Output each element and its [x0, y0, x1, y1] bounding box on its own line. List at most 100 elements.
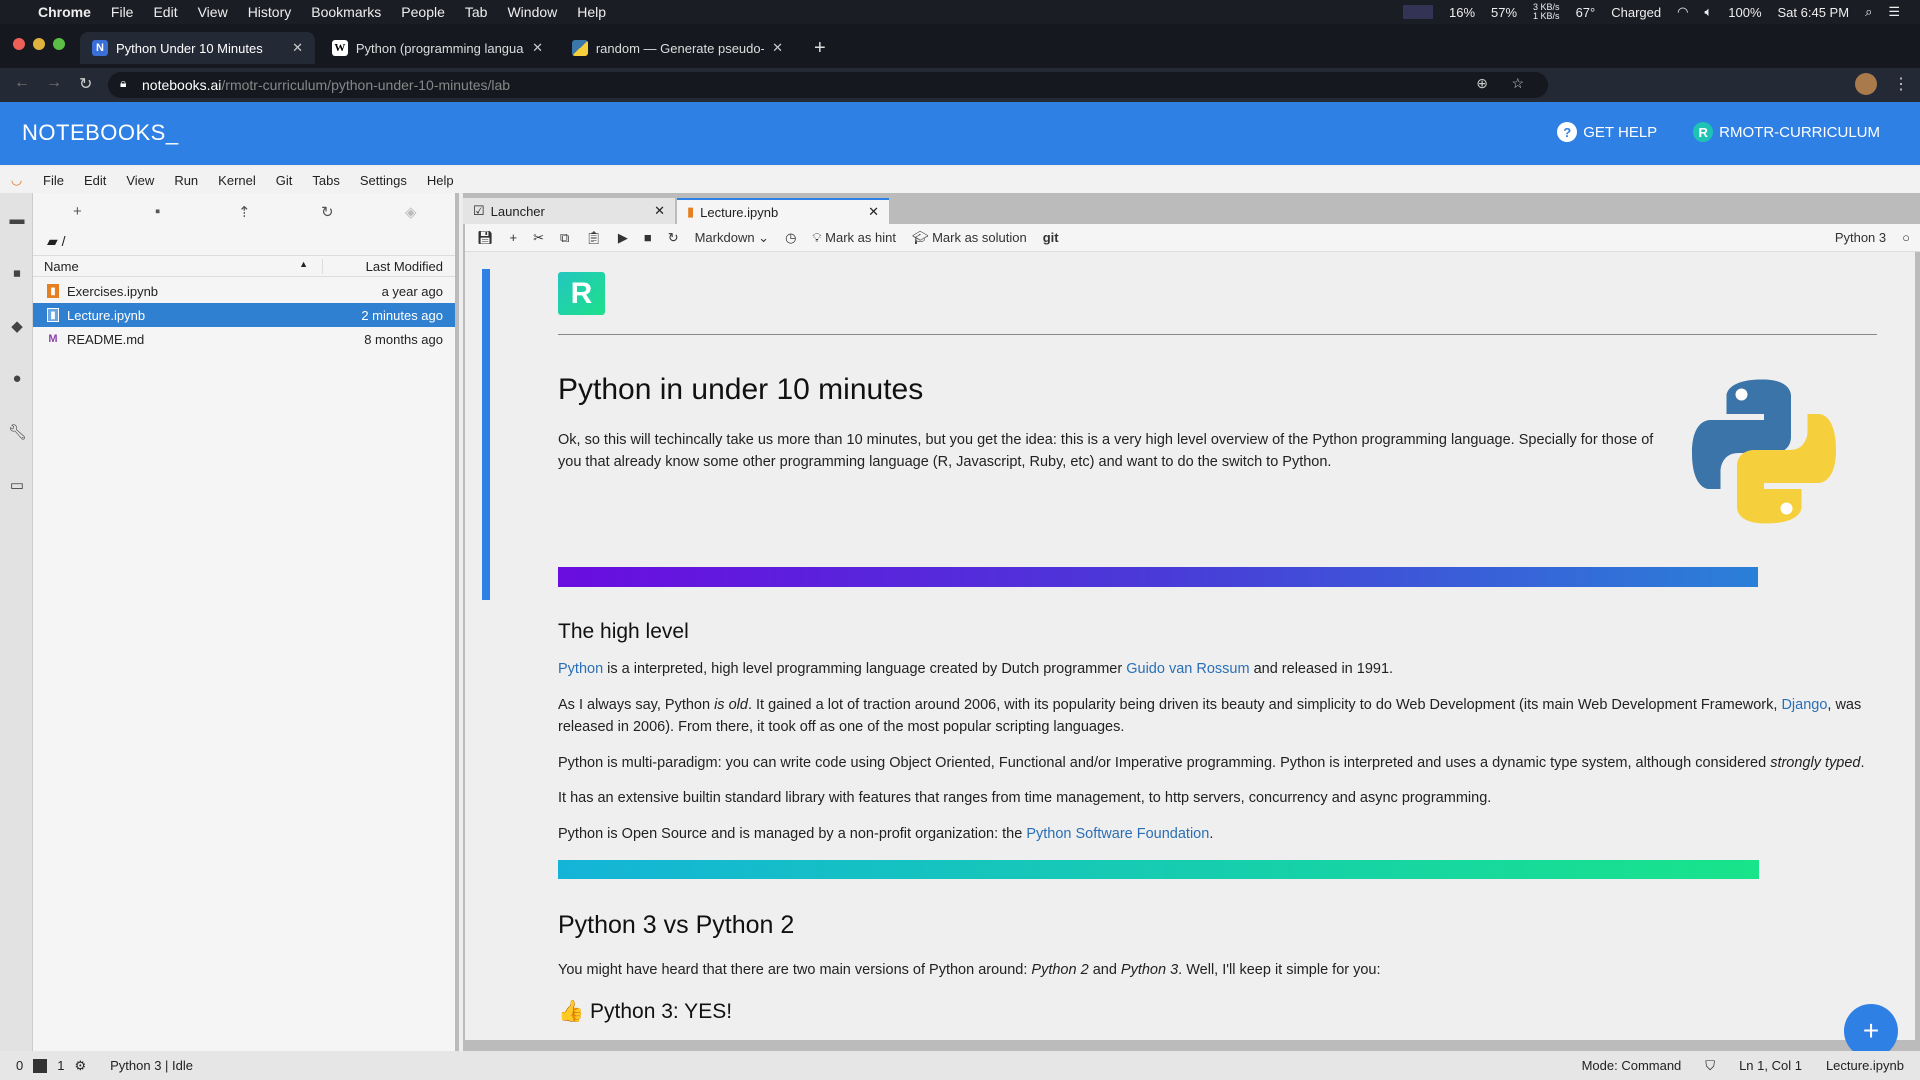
- stop-icon[interactable]: ■: [644, 230, 652, 245]
- save-icon[interactable]: 💾︎: [477, 230, 494, 246]
- browser-tab-notebooks[interactable]: N Python Under 10 Minutes ✕: [80, 32, 315, 64]
- running-icon[interactable]: ⏹: [8, 265, 26, 283]
- menu-file[interactable]: File: [33, 173, 74, 188]
- emphasis: is old: [714, 697, 748, 713]
- add-cell-fab-button[interactable]: +: [1844, 1004, 1898, 1058]
- new-folder-button[interactable]: ▪: [155, 203, 160, 220]
- menu-help[interactable]: Help: [577, 4, 606, 20]
- bookmark-star-icon[interactable]: ☆: [1511, 75, 1524, 92]
- menu-tabs[interactable]: Tabs: [302, 173, 349, 188]
- spotlight-icon[interactable]: ⌕: [1865, 4, 1872, 20]
- notification-icon[interactable]: ☰: [1888, 4, 1900, 20]
- close-tab-icon[interactable]: ✕: [654, 203, 665, 219]
- browser-tab-python-docs[interactable]: py random — Generate pseudo-ran ✕: [560, 32, 795, 64]
- copy-icon[interactable]: ⧉: [560, 230, 569, 246]
- tab-lecture[interactable]: ▮ Lecture.ipynb ✕: [677, 198, 889, 224]
- browser-tab-wikipedia[interactable]: W Python (programming language) ✕: [320, 32, 555, 64]
- git-icon[interactable]: ◆: [8, 317, 26, 335]
- clock-icon[interactable]: ◷: [785, 230, 796, 246]
- mark-hint-button[interactable]: 💡︎ Mark as hint: [812, 230, 896, 246]
- back-icon[interactable]: ←: [14, 74, 30, 92]
- menu-help[interactable]: Help: [417, 173, 464, 188]
- volume-icon[interactable]: 🔈︎: [1704, 4, 1712, 20]
- menu-edit[interactable]: Edit: [153, 4, 177, 20]
- status-count-kernels[interactable]: 1: [57, 1058, 64, 1073]
- column-name[interactable]: Name ▲: [33, 258, 323, 274]
- file-name: Lecture.ipynb: [67, 307, 146, 323]
- status-count-terminals[interactable]: 0: [16, 1058, 23, 1073]
- python-link[interactable]: Python: [558, 661, 603, 677]
- menu-people[interactable]: People: [401, 4, 445, 20]
- column-modified[interactable]: Last Modified: [366, 259, 443, 274]
- menu-app[interactable]: Chrome: [38, 4, 91, 20]
- cell-type-select[interactable]: Markdown ⌄: [695, 230, 769, 246]
- notebooks-logo[interactable]: NOTEBOOKS_: [22, 120, 179, 146]
- django-link[interactable]: Django: [1781, 697, 1827, 713]
- new-tab-button[interactable]: +: [802, 32, 838, 64]
- new-launcher-button[interactable]: +: [73, 203, 82, 220]
- close-tab-icon[interactable]: ✕: [868, 204, 879, 220]
- url-input[interactable]: 🔒︎ notebooks.ai/rmotr-curriculum/python-…: [108, 72, 1548, 98]
- upload-button[interactable]: ⇡: [238, 203, 251, 221]
- maximize-window-button[interactable]: [53, 38, 65, 50]
- kernel-status[interactable]: Python 3 | Idle: [110, 1058, 193, 1073]
- mark-solution-button[interactable]: 🎓︎ Mark as solution: [912, 230, 1027, 246]
- menu-settings[interactable]: Settings: [350, 173, 417, 188]
- minimize-window-button[interactable]: [33, 38, 45, 50]
- guido-link[interactable]: Guido van Rossum: [1126, 661, 1249, 677]
- kernel-name[interactable]: Python 3: [1835, 230, 1886, 245]
- menu-git[interactable]: Git: [266, 173, 303, 188]
- menu-run[interactable]: Run: [164, 173, 208, 188]
- temperature: 67°: [1575, 4, 1596, 20]
- clock[interactable]: Sat 6:45 PM: [1778, 5, 1850, 20]
- menu-edit[interactable]: Edit: [74, 173, 116, 188]
- tab-launcher[interactable]: ☑ Launcher ✕: [463, 198, 675, 224]
- close-tab-icon[interactable]: ✕: [772, 40, 783, 56]
- wifi-icon[interactable]: ◠: [1677, 4, 1688, 20]
- refresh-button[interactable]: ↻: [321, 203, 334, 221]
- close-window-button[interactable]: [13, 38, 25, 50]
- chrome-menu-icon[interactable]: ⋮: [1893, 74, 1909, 94]
- get-help-button[interactable]: ? GET HELP: [1557, 122, 1657, 142]
- menu-window[interactable]: Window: [507, 4, 557, 20]
- menu-history[interactable]: History: [248, 4, 292, 20]
- forward-icon[interactable]: →: [46, 74, 62, 92]
- git-clone-button[interactable]: ◈: [405, 203, 417, 221]
- close-tab-icon[interactable]: ✕: [292, 40, 303, 56]
- menu-view[interactable]: View: [116, 173, 164, 188]
- folder-icon[interactable]: ▬: [8, 211, 26, 229]
- divider: [558, 334, 1877, 335]
- cursor-position[interactable]: Ln 1, Col 1: [1739, 1058, 1802, 1073]
- shield-icon[interactable]: ⛉: [1705, 1058, 1715, 1074]
- file-row[interactable]: ▮ Exercises.ipynb a year ago: [33, 279, 455, 303]
- battery-state[interactable]: Charged: [1611, 5, 1661, 20]
- run-icon[interactable]: ▶: [618, 230, 628, 246]
- menu-view[interactable]: View: [198, 4, 228, 20]
- file-row[interactable]: M README.md 8 months ago: [33, 327, 455, 351]
- cut-icon[interactable]: ✂: [533, 230, 544, 246]
- palette-icon[interactable]: ●: [8, 370, 26, 388]
- menu-file[interactable]: File: [111, 4, 134, 20]
- profile-avatar[interactable]: [1855, 73, 1877, 95]
- file-row[interactable]: ▮ Lecture.ipynb 2 minutes ago: [33, 303, 455, 327]
- reload-icon[interactable]: ↻: [79, 74, 92, 94]
- menu-tab[interactable]: Tab: [465, 4, 488, 20]
- cell-type-value: Markdown: [694, 229, 755, 245]
- psf-link[interactable]: Python Software Foundation: [1026, 826, 1209, 842]
- breadcrumb[interactable]: ▰ /: [47, 233, 66, 250]
- insert-cell-icon[interactable]: +: [510, 230, 518, 245]
- cell-collapser[interactable]: [482, 269, 490, 600]
- close-tab-icon[interactable]: ✕: [532, 40, 543, 56]
- emphasis: strongly typed: [1770, 755, 1861, 771]
- wrench-icon[interactable]: 🔧︎: [8, 423, 27, 441]
- git-button[interactable]: git: [1043, 230, 1059, 245]
- paste-icon[interactable]: 📋︎: [585, 230, 602, 246]
- tabs-icon[interactable]: ▭: [8, 476, 26, 494]
- menu-bookmarks[interactable]: Bookmarks: [311, 4, 381, 20]
- battery-percent[interactable]: 100%: [1728, 5, 1761, 20]
- zoom-icon[interactable]: ⊕: [1476, 75, 1488, 92]
- restart-icon[interactable]: ↻: [668, 230, 679, 246]
- breadcrumb-root[interactable]: /: [62, 233, 66, 249]
- menu-kernel[interactable]: Kernel: [208, 173, 266, 188]
- account-button[interactable]: R RMOTR-CURRICULUM: [1693, 122, 1880, 142]
